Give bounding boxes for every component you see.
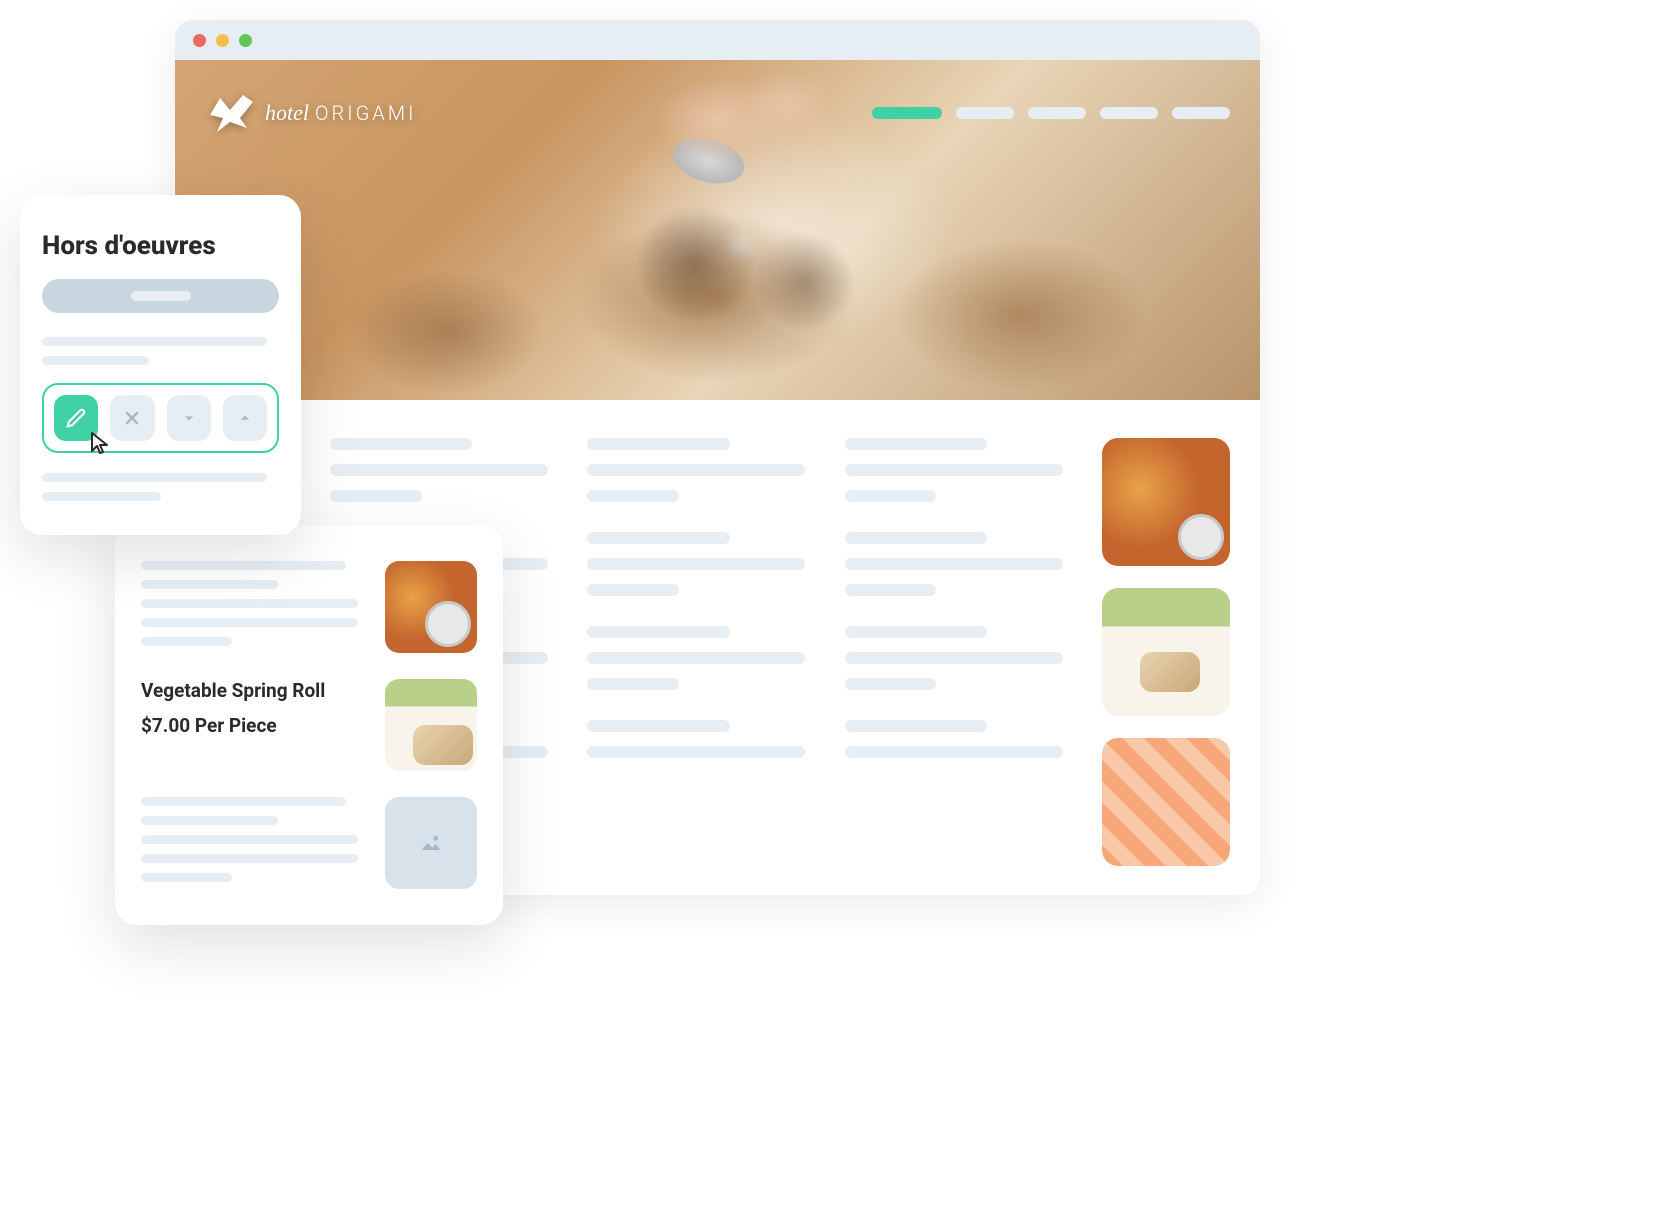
menu-item [845, 626, 1074, 690]
menu-item [587, 720, 816, 758]
menu-item [845, 438, 1074, 502]
placeholder-line [845, 720, 987, 732]
menu-item [330, 438, 559, 502]
placeholder-line [845, 532, 987, 544]
placeholder-line [141, 637, 232, 646]
placeholder-line [845, 464, 1063, 476]
item-name: Vegetable Spring Roll [141, 679, 369, 704]
placeholder-line [587, 720, 729, 732]
placeholder-line [845, 490, 937, 502]
placeholder-line [141, 797, 346, 806]
placeholder-line [141, 873, 232, 882]
item-thumbnail-placeholder[interactable] [385, 797, 477, 889]
placeholder-line [330, 490, 422, 502]
item-thumbnail-wrap [385, 679, 477, 771]
item-text [141, 797, 369, 882]
item-edit-toolbar [42, 383, 279, 453]
cursor-icon [88, 431, 112, 455]
placeholder-line [587, 652, 805, 664]
image-icon [417, 829, 445, 857]
placeholder-line [587, 746, 805, 758]
placeholder-line [845, 626, 987, 638]
menu-column-2 [587, 438, 816, 758]
placeholder-line [141, 618, 358, 627]
placeholder-line [42, 356, 149, 365]
section-title: Hors d'oeuvres [42, 231, 279, 261]
thumbnail-wings[interactable] [1102, 438, 1230, 566]
site-header: hotel ORIGAMI [205, 90, 1230, 135]
placeholder-line [587, 438, 729, 450]
mobile-preview-panel: Vegetable Spring Roll $7.00 Per Piece [115, 525, 503, 925]
item-price: $7.00 Per Piece [141, 714, 369, 739]
menu-item [845, 720, 1074, 758]
mobile-menu-item[interactable]: Vegetable Spring Roll $7.00 Per Piece [141, 679, 477, 771]
chevron-down-icon [179, 408, 199, 428]
menu-thumbnails [1102, 438, 1230, 866]
window-title-bar [175, 20, 1260, 60]
placeholder-line [587, 626, 729, 638]
placeholder-line [141, 835, 358, 844]
section-subtitle-placeholder[interactable] [42, 279, 279, 313]
logo-hotel-word: hotel [265, 100, 309, 126]
thumbnail-wrap[interactable] [1102, 588, 1230, 716]
placeholder-line [587, 678, 679, 690]
placeholder-line [845, 558, 1063, 570]
item-text [141, 561, 369, 646]
item-text: Vegetable Spring Roll $7.00 Per Piece [141, 679, 369, 738]
placeholder-line [141, 816, 278, 825]
mobile-menu-item[interactable] [141, 797, 477, 889]
placeholder-line [42, 492, 161, 501]
placeholder-line [141, 561, 346, 570]
placeholder-line [587, 464, 805, 476]
menu-column-3 [845, 438, 1074, 758]
section-editor-panel: Hors d'oeuvres [20, 195, 301, 535]
nav-menu [872, 107, 1230, 119]
nav-item[interactable] [1172, 107, 1230, 119]
logo-origami-word: ORIGAMI [315, 101, 416, 125]
item-preview-lines [42, 337, 279, 365]
placeholder-line [845, 584, 937, 596]
placeholder-line [141, 580, 278, 589]
close-window-icon[interactable] [193, 34, 206, 47]
thumbnail-sushi[interactable] [1102, 738, 1230, 866]
minimize-window-icon[interactable] [216, 34, 229, 47]
placeholder-line [587, 584, 679, 596]
placeholder-line [845, 652, 1063, 664]
menu-item [587, 626, 816, 690]
placeholder-line [845, 438, 987, 450]
placeholder-line [587, 558, 805, 570]
placeholder-line [330, 438, 472, 450]
logo-text: hotel ORIGAMI [265, 100, 416, 126]
hero-image: hotel ORIGAMI [175, 60, 1260, 400]
placeholder-line [845, 678, 937, 690]
nav-item-active[interactable] [872, 107, 942, 119]
mobile-menu-item[interactable] [141, 561, 477, 653]
pencil-icon [66, 408, 86, 428]
maximize-window-icon[interactable] [239, 34, 252, 47]
nav-item[interactable] [956, 107, 1014, 119]
close-icon [122, 408, 142, 428]
placeholder-line [845, 746, 1063, 758]
item-thumbnail-wings [385, 561, 477, 653]
menu-item [587, 438, 816, 502]
menu-item [845, 532, 1074, 596]
placeholder-line [42, 337, 267, 346]
menu-item [587, 532, 816, 596]
nav-item[interactable] [1028, 107, 1086, 119]
move-down-button[interactable] [167, 395, 211, 441]
move-up-button[interactable] [223, 395, 267, 441]
placeholder-line [587, 532, 729, 544]
placeholder-line [141, 599, 358, 608]
chevron-up-icon [235, 408, 255, 428]
site-logo[interactable]: hotel ORIGAMI [205, 90, 416, 135]
placeholder-line [330, 464, 548, 476]
delete-button[interactable] [110, 395, 154, 441]
placeholder-line [587, 490, 679, 502]
item-preview-lines [42, 473, 279, 501]
placeholder-line [42, 473, 267, 482]
nav-item[interactable] [1100, 107, 1158, 119]
placeholder-line [141, 854, 358, 863]
origami-bird-icon [205, 90, 255, 135]
